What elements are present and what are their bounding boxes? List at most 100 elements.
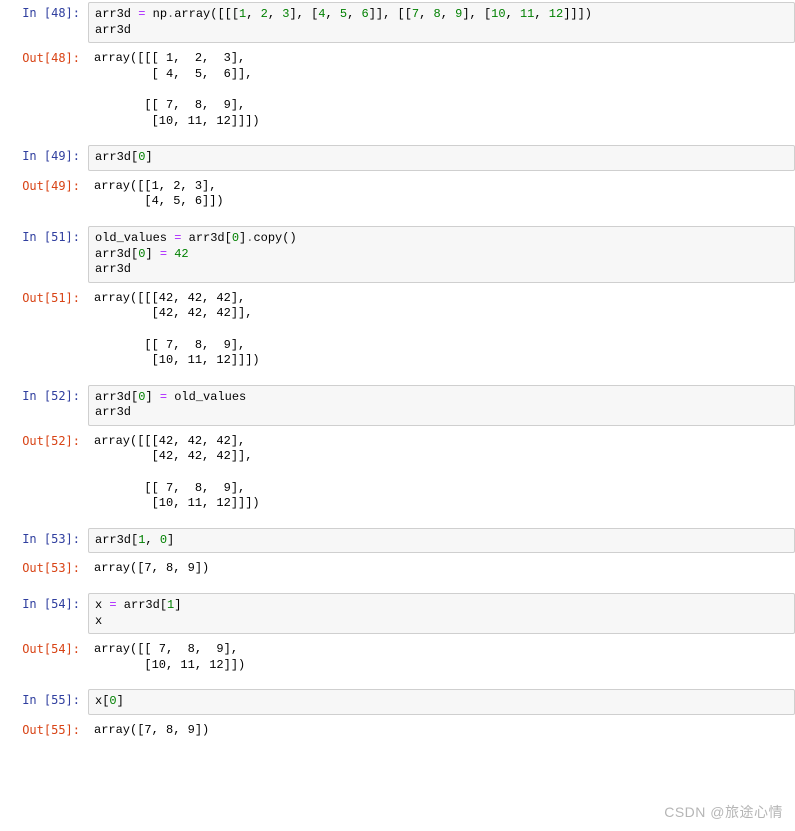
in-prompt: In [49]: [0,145,88,165]
code-token-op: = [160,247,167,261]
code-token-id: x [95,598,109,612]
code-token-id: array([[[ [174,7,239,21]
code-token-id: ] [145,150,152,164]
code-token-id: , [441,7,455,21]
code-token-id: arr3d[ [181,231,231,245]
input-cell: In [49]:arr3d[0] [0,143,795,173]
code-output: array([[[42, 42, 42], [42, 42, 42]], [[ … [88,287,795,373]
code-token-id: arr3d [95,405,131,419]
input-cell: In [54]:x = arr3d[1] x [0,591,795,636]
output-cell: Out[53]:array([7, 8, 9]) [0,555,795,583]
code-token-id: x[ [95,694,109,708]
code-output: array([[[42, 42, 42], [42, 42, 42]], [[ … [88,430,795,516]
out-prompt: Out[53]: [0,557,88,577]
out-prompt: Out[48]: [0,47,88,67]
code-output: array([[1, 2, 3], [4, 5, 6]]) [88,175,795,214]
cell-spacer [0,375,795,383]
code-token-id: , [419,7,433,21]
cell-spacer [0,518,795,526]
output-cell: Out[49]:array([[1, 2, 3], [4, 5, 6]]) [0,173,795,216]
out-prompt: Out[49]: [0,175,88,195]
code-token-id: arr3d [95,23,131,37]
out-prompt: Out[55]: [0,719,88,739]
code-token-num: 10 [491,7,505,21]
code-token-id: x [95,614,102,628]
code-token-id: , [268,7,282,21]
input-cell: In [48]:arr3d = np.array([[[1, 2, 3], [4… [0,0,795,45]
in-prompt: In [51]: [0,226,88,246]
code-token-id: ], [ [462,7,491,21]
code-input[interactable]: arr3d[0] = old_values arr3d [88,385,795,426]
output-cell: Out[55]:array([7, 8, 9]) [0,717,795,745]
code-token-num: 5 [340,7,347,21]
code-token-num: 6 [362,7,369,21]
code-input[interactable]: arr3d = np.array([[[1, 2, 3], [4, 5, 6]]… [88,2,795,43]
input-cell: In [53]:arr3d[1, 0] [0,526,795,556]
code-token-id: arr3d [95,262,131,276]
code-token-num: 11 [520,7,534,21]
code-token-id: ] [174,598,181,612]
code-token-num: 0 [232,231,239,245]
code-input[interactable]: x[0] [88,689,795,715]
code-token-id: ] [117,694,124,708]
notebook-root: In [48]:arr3d = np.array([[[1, 2, 3], [4… [0,0,795,753]
out-prompt: Out[51]: [0,287,88,307]
code-token-id: np [145,7,167,21]
output-cell: Out[51]:array([[[42, 42, 42], [42, 42, 4… [0,285,795,375]
output-cell: Out[54]:array([[ 7, 8, 9], [10, 11, 12]]… [0,636,795,679]
code-input[interactable]: arr3d[1, 0] [88,528,795,554]
input-cell: In [52]:arr3d[0] = old_values arr3d [0,383,795,428]
code-token-id: , [145,533,159,547]
code-token-id: , [506,7,520,21]
code-output: array([[[ 1, 2, 3], [ 4, 5, 6]], [[ 7, 8… [88,47,795,133]
out-prompt: Out[54]: [0,638,88,658]
code-token-num: 0 [109,694,116,708]
code-token-id: , [347,7,361,21]
code-token-id: , [246,7,260,21]
code-token-id: ] [145,247,159,261]
output-cell: Out[52]:array([[[42, 42, 42], [42, 42, 4… [0,428,795,518]
code-token-id: ], [ [289,7,318,21]
cell-spacer [0,583,795,591]
code-token-id: ] [167,533,174,547]
code-output: array([7, 8, 9]) [88,719,795,743]
code-token-op: = [160,390,167,404]
code-token-id: copy() [253,231,296,245]
code-token-num: 8 [434,7,441,21]
code-input[interactable]: old_values = arr3d[0].copy() arr3d[0] = … [88,226,795,283]
cell-spacer [0,745,795,753]
code-token-num: 0 [160,533,167,547]
code-output: array([[ 7, 8, 9], [10, 11, 12]]) [88,638,795,677]
code-token-id: ]], [[ [369,7,412,21]
input-cell: In [51]:old_values = arr3d[0].copy() arr… [0,224,795,285]
in-prompt: In [52]: [0,385,88,405]
code-token-id: , [534,7,548,21]
code-token-id: arr3d[ [95,390,138,404]
input-cell: In [55]:x[0] [0,687,795,717]
code-input[interactable]: x = arr3d[1] x [88,593,795,634]
code-input[interactable]: arr3d[0] [88,145,795,171]
code-output: array([7, 8, 9]) [88,557,795,581]
code-token-id: ]]]) [563,7,592,21]
code-token-op: = [109,598,116,612]
out-prompt: Out[52]: [0,430,88,450]
code-token-id: arr3d[ [117,598,167,612]
in-prompt: In [54]: [0,593,88,613]
code-token-id: old_values [167,390,246,404]
in-prompt: In [48]: [0,2,88,22]
output-cell: Out[48]:array([[[ 1, 2, 3], [ 4, 5, 6]],… [0,45,795,135]
watermark: CSDN @旅途心情 [664,803,783,821]
in-prompt: In [55]: [0,689,88,709]
code-token-num: 42 [174,247,188,261]
code-token-id: , [325,7,339,21]
code-token-id: old_values [95,231,174,245]
cell-spacer [0,135,795,143]
code-token-num: 12 [549,7,563,21]
cell-spacer [0,216,795,224]
in-prompt: In [53]: [0,528,88,548]
code-token-num: 2 [261,7,268,21]
code-token-id: arr3d [95,7,138,21]
cell-spacer [0,679,795,687]
code-token-id: arr3d[ [95,533,138,547]
code-token-id: arr3d[ [95,247,138,261]
